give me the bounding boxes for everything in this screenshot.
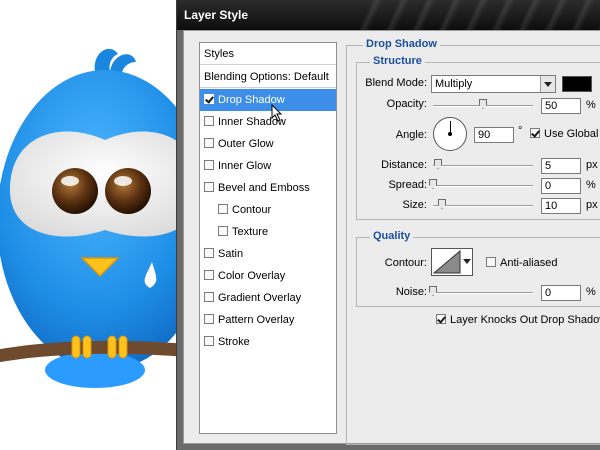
checkbox-unchecked-icon[interactable] [204, 138, 214, 148]
angle-unit: ° [518, 125, 523, 137]
checkbox-checked-icon[interactable] [436, 314, 446, 324]
titlebar-decoration [357, 0, 600, 30]
opacity-input[interactable]: 50 [541, 98, 581, 114]
noise-unit: % [586, 286, 596, 298]
bird-illustration [0, 48, 200, 388]
styles-header[interactable]: Styles [200, 43, 336, 65]
spread-slider[interactable] [433, 185, 533, 187]
dialog-titlebar[interactable]: Layer Style [177, 0, 600, 30]
angle-dial-center [448, 132, 452, 136]
style-item-bevel-and-emboss[interactable]: Bevel and Emboss [200, 177, 336, 199]
style-item-outer-glow[interactable]: Outer Glow [200, 133, 336, 155]
spread-input[interactable]: 0 [541, 178, 581, 194]
dialog-body: Styles Blending Options: Default Drop Sh… [183, 30, 600, 445]
opacity-unit: % [586, 99, 596, 111]
layer-style-dialog: Layer Style Styles Blending Options: Def… [176, 0, 600, 450]
noise-input[interactable]: 0 [541, 285, 581, 301]
use-global-light-label: Use Global Light [544, 128, 600, 140]
style-item-label: Color Overlay [218, 270, 286, 282]
checkbox-unchecked-icon[interactable] [204, 248, 214, 258]
size-label: Size: [402, 199, 427, 211]
style-item-stroke[interactable]: Stroke [200, 331, 336, 353]
checkbox-checked-icon[interactable] [530, 128, 540, 138]
checkbox-unchecked-icon[interactable] [204, 116, 214, 126]
style-item-label: Texture [232, 226, 269, 238]
layer-knocks-out-label: Layer Knocks Out Drop Shadow [450, 314, 600, 326]
style-item-label: Bevel and Emboss [218, 182, 310, 194]
checkbox-unchecked-icon[interactable] [204, 336, 214, 346]
anti-aliased-label: Anti-aliased [500, 257, 558, 269]
size-slider[interactable] [433, 205, 533, 207]
checkbox-unchecked-icon[interactable] [204, 314, 214, 324]
style-item-label: Contour [232, 204, 272, 216]
style-item-satin[interactable]: Satin [200, 243, 336, 265]
opacity-label: Opacity: [386, 98, 427, 110]
contour-label: Contour: [384, 257, 427, 269]
blend-mode-value: Multiply [435, 78, 473, 90]
style-item-label: Satin [218, 248, 244, 260]
spread-unit: % [586, 179, 596, 191]
drop-shadow-title: Drop Shadow [363, 38, 440, 50]
style-item-texture[interactable]: Texture [200, 221, 336, 243]
checkbox-unchecked-icon[interactable] [204, 292, 214, 302]
styles-list: Styles Blending Options: Default Drop Sh… [199, 42, 337, 434]
chevron-down-icon[interactable] [540, 76, 555, 92]
checkbox-unchecked-icon[interactable] [218, 204, 228, 214]
distance-unit: px [586, 159, 598, 171]
blending-options-label: Blending Options: Default [204, 71, 329, 83]
styles-header-label: Styles [204, 48, 234, 60]
angle-dial[interactable] [433, 117, 467, 151]
style-item-label: Inner Glow [218, 160, 272, 172]
style-item-pattern-overlay[interactable]: Pattern Overlay [200, 309, 336, 331]
style-item-gradient-overlay[interactable]: Gradient Overlay [200, 287, 336, 309]
distance-label: Distance: [381, 159, 427, 171]
dialog-title: Layer Style [184, 8, 249, 22]
noise-label: Noise: [395, 286, 427, 298]
mouse-pointer-icon [271, 104, 283, 122]
shadow-color-swatch[interactable] [562, 76, 592, 92]
contour-curve-icon [432, 249, 461, 274]
style-item-drop-shadow[interactable]: Drop Shadow [200, 89, 336, 111]
angle-label: Angle: [395, 129, 427, 141]
use-global-light-checkbox[interactable]: Use Global Light [530, 128, 600, 140]
anti-aliased-checkbox[interactable]: Anti-aliased [486, 257, 557, 269]
angle-input[interactable]: 90 [474, 127, 514, 143]
checkbox-checked-icon[interactable] [204, 94, 214, 104]
checkbox-unchecked-icon[interactable] [204, 160, 214, 170]
style-item-contour[interactable]: Contour [200, 199, 336, 221]
distance-input[interactable]: 5 [541, 158, 581, 174]
checkbox-unchecked-icon[interactable] [218, 226, 228, 236]
noise-slider[interactable] [433, 292, 533, 294]
blend-mode-select[interactable]: Multiply [431, 75, 556, 93]
style-item-label: Stroke [218, 336, 250, 348]
style-item-inner-shadow[interactable]: Inner Shadow [200, 111, 336, 133]
distance-slider[interactable] [433, 165, 533, 167]
structure-title: Structure [370, 55, 425, 67]
size-unit: px [586, 199, 598, 211]
blending-options-item[interactable]: Blending Options: Default [200, 66, 336, 88]
spread-label: Spread: [388, 179, 427, 191]
style-item-label: Pattern Overlay [218, 314, 295, 326]
style-item-label: Gradient Overlay [218, 292, 302, 304]
chevron-down-icon[interactable] [461, 248, 473, 276]
style-item-label: Outer Glow [218, 138, 274, 150]
checkbox-unchecked-icon[interactable] [486, 257, 496, 267]
checkbox-unchecked-icon[interactable] [204, 270, 214, 280]
quality-title: Quality [370, 230, 414, 242]
style-item-color-overlay[interactable]: Color Overlay [200, 265, 336, 287]
blend-mode-label: Blend Mode: [365, 77, 427, 89]
size-input[interactable]: 10 [541, 198, 581, 214]
layer-knocks-out-checkbox[interactable]: Layer Knocks Out Drop Shadow [436, 314, 600, 326]
style-item-inner-glow[interactable]: Inner Glow [200, 155, 336, 177]
checkbox-unchecked-icon[interactable] [204, 182, 214, 192]
